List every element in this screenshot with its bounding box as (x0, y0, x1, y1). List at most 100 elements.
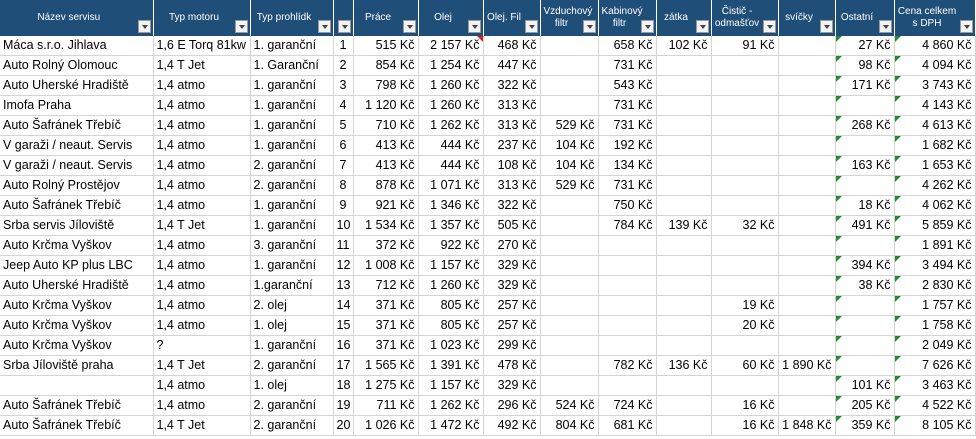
table-cell[interactable]: 1 026 Kč (353, 415, 419, 436)
table-cell[interactable]: 2 (333, 55, 354, 76)
table-cell[interactable]: 5 (333, 115, 354, 136)
table-cell[interactable]: 1,4 atmo (153, 315, 251, 336)
table-cell[interactable]: Auto Krčma Vyškov (0, 335, 154, 356)
table-cell[interactable] (711, 155, 779, 176)
table-cell[interactable]: 91 Kč (711, 36, 779, 56)
table-cell[interactable]: ? (153, 335, 251, 356)
table-cell[interactable]: 16 Kč (711, 415, 779, 436)
table-cell[interactable]: 413 Kč (353, 135, 419, 156)
column-header-0[interactable]: Název servisu (0, 0, 154, 36)
table-cell[interactable] (778, 215, 836, 236)
table-cell[interactable]: 1,4 atmo (153, 95, 251, 116)
table-cell[interactable]: 731 Kč (598, 95, 657, 116)
filter-dropdown-icon[interactable] (582, 20, 596, 33)
table-cell[interactable]: 5 859 Kč (894, 215, 976, 236)
table-cell[interactable]: 19 Kč (711, 295, 779, 316)
table-cell[interactable]: 205 Kč (835, 395, 895, 416)
filter-dropdown-icon[interactable] (819, 20, 833, 33)
table-cell[interactable]: 18 (333, 375, 354, 396)
table-cell[interactable]: 1,4 T Jet (153, 215, 251, 236)
table-cell[interactable]: 20 Kč (711, 315, 779, 336)
table-cell[interactable]: Imofa Praha (0, 95, 154, 116)
table-cell[interactable] (598, 375, 657, 396)
table-cell[interactable]: 784 Kč (598, 215, 657, 236)
table-cell[interactable]: 1 891 Kč (894, 235, 976, 256)
table-cell[interactable]: 444 Kč (418, 135, 484, 156)
table-cell[interactable] (656, 315, 712, 336)
table-cell[interactable]: 524 Kč (540, 395, 599, 416)
table-cell[interactable] (598, 295, 657, 316)
table-cell[interactable]: 38 Kč (835, 275, 895, 296)
table-cell[interactable] (711, 335, 779, 356)
table-cell[interactable] (656, 115, 712, 136)
table-cell[interactable]: Auto Šafránek Třebíč (0, 415, 154, 436)
table-cell[interactable] (778, 95, 836, 116)
table-cell[interactable]: 1. garanční (250, 195, 334, 216)
column-header-7[interactable]: Vzduchový filtr (540, 0, 599, 36)
table-cell[interactable] (778, 375, 836, 396)
table-cell[interactable]: 1. garanční (250, 115, 334, 136)
table-cell[interactable]: 163 Kč (835, 155, 895, 176)
table-cell[interactable]: 1,6 E Torq 81kw (153, 36, 251, 56)
table-cell[interactable] (835, 135, 895, 156)
table-cell[interactable]: 15 (333, 315, 354, 336)
table-cell[interactable]: 1,4 atmo (153, 115, 251, 136)
table-cell[interactable] (540, 295, 599, 316)
table-cell[interactable]: 4 062 Kč (894, 195, 976, 216)
table-cell[interactable]: Jeep Auto KP plus LBC (0, 255, 154, 276)
table-cell[interactable] (540, 255, 599, 276)
table-cell[interactable]: 658 Kč (598, 36, 657, 56)
table-cell[interactable]: 1. garanční (250, 135, 334, 156)
table-cell[interactable]: 7 626 Kč (894, 355, 976, 376)
table-cell[interactable]: 1 023 Kč (418, 335, 484, 356)
table-cell[interactable]: 922 Kč (418, 235, 484, 256)
table-cell[interactable]: 1 071 Kč (418, 175, 484, 196)
table-cell[interactable]: Auto Šafránek Třebíč (0, 395, 154, 416)
table-cell[interactable]: 1,4 atmo (153, 375, 251, 396)
table-cell[interactable]: Auto Šafránek Třebíč (0, 115, 154, 136)
table-cell[interactable] (540, 195, 599, 216)
table-cell[interactable]: 192 Kč (598, 135, 657, 156)
table-cell[interactable] (0, 375, 154, 396)
table-cell[interactable] (540, 95, 599, 116)
table-cell[interactable]: 1 260 Kč (418, 275, 484, 296)
table-cell[interactable]: 257 Kč (483, 295, 541, 316)
table-cell[interactable]: 1 008 Kč (353, 255, 419, 276)
table-cell[interactable]: 371 Kč (353, 295, 419, 316)
table-cell[interactable]: 1,4 T Jet (153, 415, 251, 436)
column-header-13[interactable]: Cena celkem s DPH (894, 0, 976, 36)
table-cell[interactable]: 1 653 Kč (894, 155, 976, 176)
table-cell[interactable]: 4 860 Kč (894, 36, 976, 56)
table-cell[interactable] (656, 255, 712, 276)
table-cell[interactable]: Auto Krčma Vyškov (0, 235, 154, 256)
table-cell[interactable]: 492 Kč (483, 415, 541, 436)
table-cell[interactable] (778, 75, 836, 96)
table-cell[interactable]: 8 105 Kč (894, 415, 976, 436)
table-cell[interactable]: 98 Kč (835, 55, 895, 76)
table-cell[interactable]: 296 Kč (483, 395, 541, 416)
table-cell[interactable] (778, 335, 836, 356)
table-cell[interactable] (778, 315, 836, 336)
table-cell[interactable]: 329 Kč (483, 275, 541, 296)
table-cell[interactable] (656, 295, 712, 316)
table-cell[interactable]: 270 Kč (483, 235, 541, 256)
table-cell[interactable]: 2 049 Kč (894, 335, 976, 356)
table-cell[interactable]: 102 Kč (656, 36, 712, 56)
column-header-2[interactable]: Typ prohlídk (250, 0, 334, 36)
filter-dropdown-icon[interactable] (695, 20, 709, 33)
table-cell[interactable]: 10 (333, 215, 354, 236)
table-cell[interactable]: 804 Kč (540, 415, 599, 436)
filter-dropdown-icon[interactable] (959, 20, 973, 33)
table-cell[interactable]: Auto Krčma Vyškov (0, 315, 154, 336)
table-cell[interactable]: 515 Kč (353, 36, 419, 56)
table-cell[interactable]: 854 Kč (353, 55, 419, 76)
table-cell[interactable]: 1. garanční (250, 255, 334, 276)
table-cell[interactable] (656, 55, 712, 76)
table-cell[interactable] (711, 75, 779, 96)
table-cell[interactable]: 1 262 Kč (418, 395, 484, 416)
table-cell[interactable] (540, 75, 599, 96)
table-cell[interactable]: 444 Kč (418, 155, 484, 176)
table-cell[interactable]: 19 (333, 395, 354, 416)
table-cell[interactable]: 805 Kč (418, 315, 484, 336)
table-cell[interactable]: 921 Kč (353, 195, 419, 216)
